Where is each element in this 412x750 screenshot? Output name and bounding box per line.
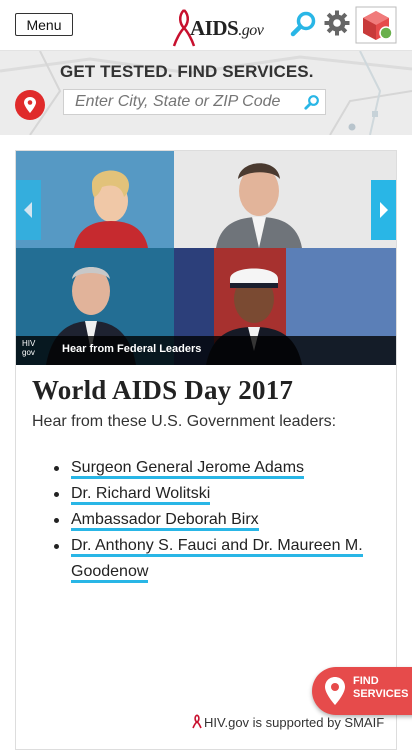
federal-leaders-photo[interactable] (16, 151, 396, 365)
smaif-support-text: HIV.gov is supported by SMAIF (192, 714, 384, 730)
card-title: World AIDS Day 2017 (32, 375, 294, 405)
location-search-input[interactable] (63, 89, 326, 115)
leaders-list: Surgeon General Jerome Adams Dr. Richard… (54, 455, 369, 585)
search-icon[interactable] (304, 94, 320, 110)
logo-wordmark: AIDS.gov (190, 16, 264, 40)
chevron-left-icon (24, 202, 32, 218)
search-icon[interactable] (290, 10, 318, 43)
leader-link[interactable]: Ambassador Deborah Birx (71, 511, 259, 531)
list-item: Ambassador Deborah Birx (54, 507, 369, 533)
menu-button[interactable]: Menu (15, 13, 73, 36)
image-caption: Hear from Federal Leaders (62, 343, 202, 355)
list-item: Dr. Anthony S. Fauci and Dr. Maureen M. … (54, 533, 369, 585)
carousel-next-button[interactable] (371, 180, 396, 240)
find-services-title: GET TESTED. FIND SERVICES. (60, 62, 314, 81)
location-pin-icon (15, 90, 45, 120)
leader-link[interactable]: Dr. Richard Wolitski (71, 485, 211, 505)
find-services-button[interactable]: FIND SERVICES (312, 667, 412, 715)
find-services-label: FIND SERVICES (353, 675, 409, 700)
carousel-prev-button[interactable] (16, 180, 41, 240)
top-bar: Menu AIDS.gov (0, 0, 412, 51)
card-intro: Hear from these U.S. Government leaders: (32, 413, 337, 430)
leader-link[interactable]: Surgeon General Jerome Adams (71, 459, 305, 479)
list-item: Surgeon General Jerome Adams (54, 455, 369, 481)
list-item: Dr. Richard Wolitski (54, 481, 369, 507)
gear-icon[interactable] (323, 9, 351, 42)
location-pin-icon (325, 677, 345, 705)
leader-link[interactable]: Dr. Anthony S. Fauci and Dr. Maureen M. … (71, 537, 363, 583)
hiv-gov-mini-logo: HIV gov (22, 339, 36, 357)
app-switcher-icon[interactable] (355, 6, 397, 44)
chevron-right-icon (380, 202, 388, 218)
red-ribbon-icon (192, 714, 202, 729)
find-services-banner: GET TESTED. FIND SERVICES. (0, 51, 412, 135)
site-logo[interactable]: AIDS.gov (172, 6, 274, 47)
